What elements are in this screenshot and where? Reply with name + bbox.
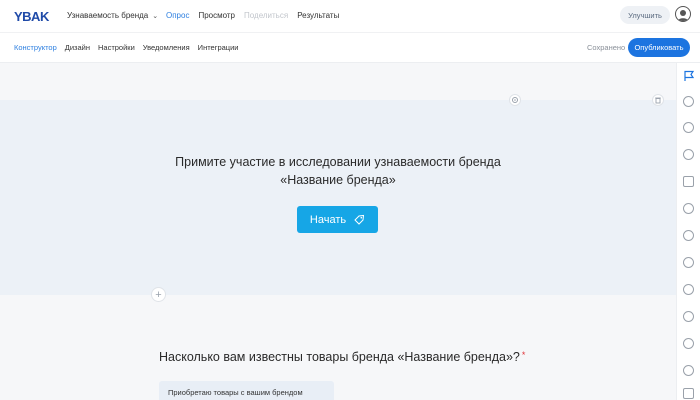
welcome-line-1: Примите участие в исследовании узнаваемо… (175, 155, 501, 169)
checkbox-icon[interactable] (683, 176, 694, 187)
tab-builder[interactable]: Конструктор (14, 43, 57, 52)
welcome-block[interactable] (0, 100, 676, 295)
rail-circle-icon[interactable] (683, 230, 694, 241)
rail-square-icon[interactable] (683, 388, 694, 399)
question-title[interactable]: Насколько вам известны товары бренда «На… (159, 350, 525, 364)
logo-icon: YBAK (14, 9, 50, 24)
tab-settings[interactable]: Настройки (98, 43, 135, 52)
rail-circle-icon[interactable] (683, 203, 694, 214)
answer-option[interactable]: Приобретаю товары с вашим брендом (159, 381, 334, 400)
rail-circle-icon[interactable] (683, 96, 694, 107)
top-nav: Опрос Просмотр Поделиться Результаты (166, 11, 339, 20)
publish-button[interactable]: Опубликовать (628, 38, 690, 57)
tab-notifications[interactable]: Уведомления (143, 43, 190, 52)
tab-share[interactable]: Поделиться (244, 11, 288, 20)
question-type-rail (676, 63, 700, 400)
answer-option-label: Приобретаю товары с вашим брендом (168, 388, 303, 397)
rail-circle-icon[interactable] (683, 365, 694, 376)
logo[interactable]: YBAK (14, 8, 50, 24)
tab-results[interactable]: Результаты (297, 11, 339, 20)
welcome-line-2: «Название бренда» (280, 173, 396, 187)
tab-design[interactable]: Дизайн (65, 43, 90, 52)
settings-icon[interactable] (509, 94, 521, 106)
plus-icon: + (155, 288, 162, 301)
rail-circle-icon[interactable] (683, 338, 694, 349)
tag-icon (354, 214, 365, 225)
top-bar: YBAK Узнаваемость бренда ⌄ Опрос Просмотр… (0, 0, 700, 33)
avatar[interactable] (675, 6, 691, 22)
rail-circle-icon[interactable] (683, 122, 694, 133)
tab-preview[interactable]: Просмотр (198, 11, 235, 20)
rail-circle-icon[interactable] (683, 257, 694, 268)
rail-circle-icon[interactable] (683, 149, 694, 160)
tab-integrations[interactable]: Интеграции (198, 43, 239, 52)
tab-survey[interactable]: Опрос (166, 11, 189, 20)
rail-circle-icon[interactable] (683, 311, 694, 322)
welcome-text: Примите участие в исследовании узнаваемо… (0, 153, 676, 189)
upgrade-button[interactable]: Улучшить (620, 6, 670, 24)
survey-title-dropdown[interactable]: Узнаваемость бренда ⌄ (67, 11, 158, 20)
trash-icon[interactable] (652, 94, 664, 106)
survey-title: Узнаваемость бренда (67, 11, 149, 20)
user-icon (677, 10, 689, 21)
chevron-down-icon: ⌄ (152, 13, 159, 20)
required-mark: * (521, 350, 526, 360)
saved-status: Сохранено (587, 43, 626, 52)
editor-nav: Конструктор Дизайн Настройки Уведомления… (14, 43, 238, 52)
question-text: Насколько вам известны товары бренда «На… (159, 350, 520, 364)
start-button-label: Начать (309, 213, 347, 226)
editor-bar: Конструктор Дизайн Настройки Уведомления… (0, 33, 700, 63)
rail-circle-icon[interactable] (683, 284, 694, 295)
flag-icon[interactable] (683, 70, 695, 82)
start-button[interactable]: Начать (297, 206, 378, 233)
svg-text:YBAK: YBAK (14, 9, 50, 24)
add-block-button[interactable]: + (151, 287, 166, 302)
